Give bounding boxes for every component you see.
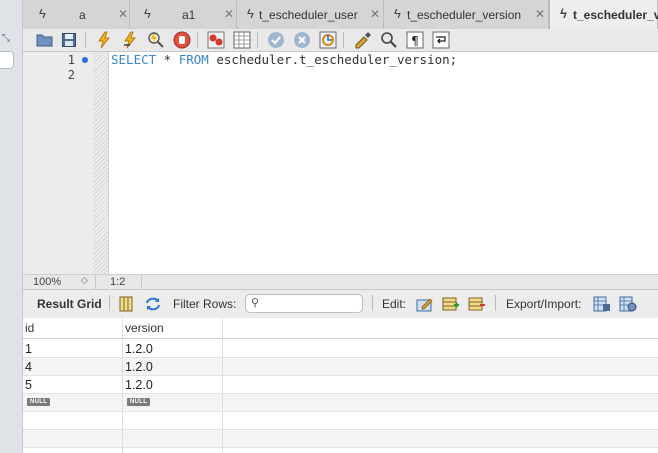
column-header-id[interactable]: id [23,318,123,339]
sql-editor[interactable]: SELECT * FROM escheduler.t_escheduler_ve… [111,52,457,67]
tab-label: a1 [182,8,196,22]
delete-row-icon[interactable] [468,295,486,313]
column-header-version[interactable]: version [123,318,223,339]
table-row[interactable]: 1 1.2.0 [23,340,658,358]
filter-rows-input[interactable]: ⚲ [245,294,363,313]
find-icon[interactable] [380,31,398,49]
explain-icon[interactable] [147,31,165,49]
toolbar-divider [343,32,344,48]
sql-text: escheduler.t_escheduler_version; [208,52,458,67]
sidebar-search-field[interactable] [0,51,14,69]
commit-icon[interactable] [267,31,285,49]
tab-bar: ϟ a ✕ ϟ a1 ✕ ϟ t_escheduler_user ✕ ϟ t_e… [23,0,658,30]
tab-t-escheduler-version[interactable]: ϟ t_escheduler_version ✕ [384,0,549,29]
rollback-icon[interactable] [293,31,311,49]
toolbar-divider [109,295,110,311]
search-icon: ⚲ [251,297,260,309]
edit-label: Edit: [382,297,407,311]
status-divider [141,275,142,290]
execute-icon[interactable] [95,31,113,49]
beautify-icon[interactable] [354,31,372,49]
result-toolbar: Result Grid Filter Rows: ⚲ Edit: Export/… [23,289,658,319]
query-bolt-icon: ϟ [560,6,567,21]
autocommit-icon[interactable] [319,31,337,49]
cursor-position: 1:2 [110,276,126,288]
toggle-error-icon[interactable] [207,31,225,49]
empty-row [23,430,658,448]
close-icon[interactable]: ✕ [118,7,128,21]
toolbar-divider [372,295,373,311]
toolbar-divider [85,32,86,48]
filter-rows-label: Filter Rows: [173,297,237,311]
column-header-filler [223,318,658,339]
close-icon[interactable]: ✕ [370,7,380,21]
tab-t-escheduler-user[interactable]: ϟ t_escheduler_user ✕ [237,0,384,29]
query-bolt-icon: ϟ [247,6,254,21]
sidebar-strip: ⤡ [0,0,23,453]
wrap-icon[interactable] [432,31,450,49]
sql-keyword: SELECT [111,52,157,67]
add-row-icon[interactable] [442,295,460,313]
column-divider[interactable] [222,318,223,453]
line-number: 1 [67,53,75,67]
cell-id[interactable]: 5 [25,378,32,392]
stop-icon[interactable] [173,31,191,49]
null-badge: NULL [27,398,51,406]
close-icon[interactable]: ✕ [535,7,545,21]
open-folder-icon[interactable] [35,31,53,49]
query-bolt-icon: ϟ [394,6,401,21]
edit-row-icon[interactable] [416,295,434,313]
zoom-level[interactable]: 100% [33,276,61,288]
close-icon[interactable]: ✕ [224,7,234,21]
query-bolt-icon: ϟ [144,6,151,21]
export-icon[interactable] [593,295,611,313]
tab-a1[interactable]: ϟ a1 ✕ [130,0,237,29]
toolbar-divider [257,32,258,48]
expand-icon[interactable]: ⤡ [2,33,10,44]
form-view-icon[interactable] [117,295,135,313]
invisible-chars-icon[interactable]: ¶ [406,31,424,49]
tab-a[interactable]: ϟ a ✕ [23,0,130,29]
export-import-label: Export/Import: [506,297,582,311]
cell-id[interactable]: 1 [25,342,32,356]
empty-row [23,412,658,430]
tab-active-query[interactable]: ϟ t_escheduler_ve [549,0,658,29]
toggle-output-icon[interactable] [233,31,251,49]
sql-keyword: FROM [178,52,209,67]
editor-status-bar: 100% ◇ 1:2 [23,274,658,290]
toolbar-divider [197,32,198,48]
new-row[interactable]: NULL NULL [23,394,658,412]
cell-id[interactable]: 4 [25,360,32,374]
editor-toolbar: ¶ [23,29,658,52]
line-number-gutter: 1 2 [23,52,93,274]
result-grid[interactable]: id version 1 1.2.0 4 1.2.0 5 1.2.0 NULL … [23,318,658,453]
result-grid-tab[interactable]: Result Grid [37,297,102,311]
statement-marker-icon [82,57,88,63]
query-bolt-icon: ϟ [39,6,46,21]
toolbar-divider [495,295,496,311]
tab-label: t_escheduler_ve [573,8,658,22]
import-icon[interactable] [619,295,637,313]
execute-current-icon[interactable] [121,31,139,49]
table-row[interactable]: 4 1.2.0 [23,358,658,376]
editor-fold-margin [93,52,109,274]
cell-version[interactable]: 1.2.0 [125,378,153,392]
save-icon[interactable] [60,31,78,49]
tab-label: t_escheduler_version [407,8,522,22]
table-row[interactable]: 5 1.2.0 [23,376,658,394]
cell-version[interactable]: 1.2.0 [125,342,153,356]
line-number: 2 [67,68,75,82]
status-divider [95,275,96,290]
cell-version[interactable]: 1.2.0 [125,360,153,374]
zoom-stepper-icon[interactable]: ◇ [81,275,88,286]
svg-text:¶: ¶ [411,34,419,48]
refresh-icon[interactable] [144,295,162,313]
tab-label: t_escheduler_user [259,8,358,22]
sql-text: * [156,52,179,67]
tab-label: a [79,8,86,22]
null-badge: NULL [127,398,151,406]
column-divider[interactable] [122,318,123,453]
